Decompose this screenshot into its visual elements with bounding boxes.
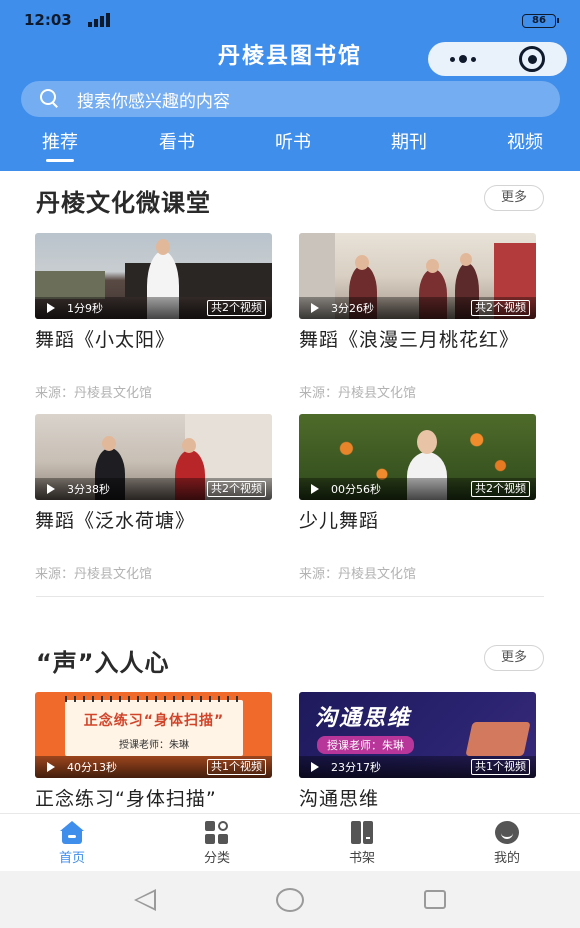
- video-source: 来源：丹棱县文化馆: [35, 386, 153, 401]
- video-title: 正念练习“身体扫描”: [35, 788, 217, 810]
- back-icon[interactable]: [134, 889, 156, 911]
- video-count-badge: 共1个视频: [207, 759, 266, 775]
- play-icon: [47, 762, 55, 772]
- video-duration: 00分56秒: [331, 483, 381, 496]
- video-card[interactable]: 正念练习“身体扫描” 授课老师：朱琳 40分13秒 共1个视频 正念练习“身体扫…: [35, 692, 272, 812]
- more-button[interactable]: 更多: [484, 645, 544, 671]
- video-duration: 23分17秒: [331, 761, 381, 774]
- section-title: “声”入人心: [36, 649, 170, 677]
- video-thumbnail[interactable]: 正念练习“身体扫描” 授课老师：朱琳 40分13秒 共1个视频: [35, 692, 272, 778]
- tabbar-profile[interactable]: 我的: [467, 814, 547, 872]
- play-icon: [47, 484, 55, 494]
- video-card[interactable]: 1分9秒 共2个视频 舞蹈《小太阳》 来源：丹棱县文化馆: [35, 233, 272, 401]
- video-card[interactable]: 00分56秒 共2个视频 少儿舞蹈 来源：丹棱县文化馆: [299, 414, 536, 582]
- tabbar-label: 首页: [58, 851, 85, 866]
- app-header: 12:03 86 丹棱县图书馆 搜索你感兴趣的内容 推荐 看书 听书 期刊 视频: [0, 0, 580, 171]
- video-thumbnail[interactable]: 00分56秒 共2个视频: [299, 414, 536, 500]
- cover-title: 正念练习“身体扫描”: [83, 713, 225, 729]
- system-navigation-bar: [0, 871, 580, 928]
- section-title: 丹棱文化微课堂: [36, 189, 211, 217]
- search-placeholder: 搜索你感兴趣的内容: [77, 91, 230, 112]
- home-button-icon[interactable]: [276, 888, 304, 912]
- video-card[interactable]: 3分26秒 共2个视频 舞蹈《浪漫三月桃花红》 来源：丹棱县文化馆: [299, 233, 536, 401]
- video-thumbnail[interactable]: 沟通思维 授课老师：朱琳 23分17秒 共1个视频: [299, 692, 536, 778]
- video-count-badge: 共2个视频: [207, 300, 266, 316]
- recent-apps-icon[interactable]: [424, 890, 446, 909]
- section-divider: [36, 596, 544, 597]
- video-title: 舞蹈《浪漫三月桃花红》: [299, 329, 520, 351]
- video-duration: 3分38秒: [67, 483, 110, 496]
- video-count-badge: 共2个视频: [471, 481, 530, 497]
- target-icon: [519, 46, 546, 72]
- tab-books[interactable]: 看书: [153, 128, 201, 164]
- tabbar-label: 书架: [348, 851, 375, 866]
- video-source: 来源：丹棱县文化馆: [299, 386, 417, 401]
- video-thumbnail[interactable]: 3分38秒 共2个视频: [35, 414, 272, 500]
- cover-teacher: 授课老师：朱琳: [119, 740, 189, 751]
- play-icon: [47, 303, 55, 313]
- video-card[interactable]: 3分38秒 共2个视频 舞蹈《泛水荷塘》 来源：丹棱县文化馆: [35, 414, 272, 582]
- signal-icon: [88, 13, 114, 27]
- tab-videos[interactable]: 视频: [501, 128, 549, 164]
- category-icon: [204, 821, 230, 845]
- miniapp-capsule: [428, 42, 567, 76]
- video-card[interactable]: 沟通思维 授课老师：朱琳 23分17秒 共1个视频 沟通思维: [299, 692, 536, 812]
- tabbar-label: 我的: [493, 851, 520, 866]
- profile-icon: [494, 821, 520, 845]
- video-duration: 3分26秒: [331, 302, 374, 315]
- video-title: 舞蹈《小太阳》: [35, 329, 176, 351]
- more-menu-button[interactable]: [428, 42, 498, 76]
- video-source: 来源：丹棱县文化馆: [299, 567, 417, 582]
- video-thumbnail[interactable]: 3分26秒 共2个视频: [299, 233, 536, 319]
- play-icon: [311, 762, 319, 772]
- tab-journals[interactable]: 期刊: [385, 128, 433, 164]
- video-count-badge: 共2个视频: [471, 300, 530, 316]
- play-icon: [311, 303, 319, 313]
- play-icon: [311, 484, 319, 494]
- tabbar-home[interactable]: 首页: [32, 814, 112, 872]
- tab-recommend[interactable]: 推荐: [36, 128, 84, 164]
- home-icon: [59, 821, 85, 845]
- battery-level: 86: [532, 15, 546, 26]
- status-time: 12:03: [24, 11, 72, 29]
- video-duration: 1分9秒: [67, 302, 103, 315]
- cover-teacher: 授课老师：朱琳: [317, 736, 414, 754]
- video-duration: 40分13秒: [67, 761, 117, 774]
- video-title: 少儿舞蹈: [299, 510, 380, 532]
- video-count-badge: 共2个视频: [207, 481, 266, 497]
- more-dots-icon: [449, 55, 476, 63]
- video-title: 舞蹈《泛水荷塘》: [35, 510, 196, 532]
- bottom-tabbar: 首页 分类 书架 我的: [0, 813, 580, 871]
- search-input[interactable]: 搜索你感兴趣的内容: [21, 81, 560, 117]
- video-count-badge: 共1个视频: [471, 759, 530, 775]
- more-button[interactable]: 更多: [484, 185, 544, 211]
- close-miniapp-button[interactable]: [498, 42, 568, 76]
- video-thumbnail[interactable]: 1分9秒 共2个视频: [35, 233, 272, 319]
- video-source: 来源：丹棱县文化馆: [35, 567, 153, 582]
- bookshelf-icon: [349, 821, 375, 845]
- category-tabs: 推荐 看书 听书 期刊 视频: [0, 128, 580, 168]
- battery-icon: 86: [522, 14, 559, 28]
- status-bar: 12:03 86: [0, 0, 580, 40]
- tabbar-label: 分类: [203, 851, 230, 866]
- tabbar-category[interactable]: 分类: [177, 814, 257, 872]
- search-icon: [39, 88, 61, 110]
- video-title: 沟通思维: [299, 788, 380, 810]
- tab-audiobooks[interactable]: 听书: [269, 128, 317, 164]
- tabbar-bookshelf[interactable]: 书架: [322, 814, 402, 872]
- cover-title: 沟通思维: [315, 706, 412, 731]
